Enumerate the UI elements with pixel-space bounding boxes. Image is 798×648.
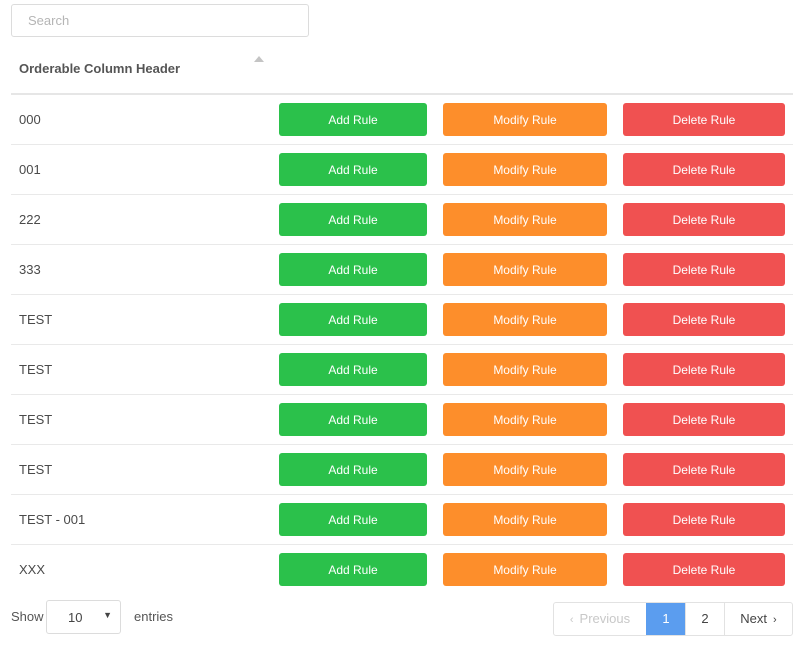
modify-rule-button[interactable]: Modify Rule <box>443 253 607 286</box>
delete-rule-button[interactable]: Delete Rule <box>623 453 785 486</box>
table-row: 000 Add Rule Modify Rule Delete Rule <box>11 95 793 145</box>
add-rule-button[interactable]: Add Rule <box>279 403 427 436</box>
modify-rule-button[interactable]: Modify Rule <box>443 403 607 436</box>
add-rule-button[interactable]: Add Rule <box>279 503 427 536</box>
add-rule-button[interactable]: Add Rule <box>279 103 427 136</box>
delete-rule-button[interactable]: Delete Rule <box>623 503 785 536</box>
rule-name-cell: 000 <box>19 112 41 127</box>
pagination: ‹ Previous 1 2 Next › <box>553 602 793 636</box>
table-body: 000 Add Rule Modify Rule Delete Rule 001 Add … <box>11 95 793 595</box>
add-rule-button[interactable]: Add Rule <box>279 203 427 236</box>
table-header: Orderable Column Header <box>11 44 793 95</box>
table-row: 222 Add Rule Modify Rule Delete Rule <box>11 195 793 245</box>
previous-page-button[interactable]: ‹ Previous <box>554 603 646 635</box>
page-number: 1 <box>662 611 670 626</box>
chevron-left-icon: ‹ <box>569 614 574 626</box>
search-input[interactable] <box>11 4 309 37</box>
modify-rule-button[interactable]: Modify Rule <box>443 103 607 136</box>
show-label: Show <box>11 609 44 624</box>
table-row: TEST - 001 Add Rule Modify Rule Delete Rule <box>11 495 793 545</box>
table-row: TEST Add Rule Modify Rule Delete Rule <box>11 345 793 395</box>
add-rule-button[interactable]: Add Rule <box>279 303 427 336</box>
add-rule-button[interactable]: Add Rule <box>279 153 427 186</box>
modify-rule-button[interactable]: Modify Rule <box>443 553 607 586</box>
delete-rule-button[interactable]: Delete Rule <box>623 353 785 386</box>
rule-name-cell: TEST <box>19 412 53 427</box>
table-row: TEST Add Rule Modify Rule Delete Rule <box>11 395 793 445</box>
next-label: Next <box>740 611 768 626</box>
add-rule-button[interactable]: Add Rule <box>279 353 427 386</box>
table-row: 333 Add Rule Modify Rule Delete Rule <box>11 245 793 295</box>
entries-label: entries <box>134 609 174 624</box>
table-footer: Show 10 ▼ entries ‹ Previous 1 2 Next › <box>0 600 798 640</box>
rule-name-cell: TEST <box>19 312 53 327</box>
entries-select[interactable]: 10 ▼ <box>46 600 121 634</box>
rule-name-cell: 333 <box>19 262 41 277</box>
orderable-column-header[interactable]: Orderable Column Header <box>19 61 180 76</box>
rule-name-cell: XXX <box>19 562 46 577</box>
delete-rule-button[interactable]: Delete Rule <box>623 303 785 336</box>
modify-rule-button[interactable]: Modify Rule <box>443 303 607 336</box>
rule-name-cell: TEST <box>19 462 53 477</box>
rule-name-cell: TEST <box>19 362 53 377</box>
modify-rule-button[interactable]: Modify Rule <box>443 503 607 536</box>
table-row: TEST Add Rule Modify Rule Delete Rule <box>11 445 793 495</box>
entries-value: 10 <box>68 610 83 625</box>
modify-rule-button[interactable]: Modify Rule <box>443 353 607 386</box>
delete-rule-button[interactable]: Delete Rule <box>623 103 785 136</box>
rule-name-cell: 222 <box>19 212 41 227</box>
previous-label: Previous <box>579 611 631 626</box>
modify-rule-button[interactable]: Modify Rule <box>443 203 607 236</box>
modify-rule-button[interactable]: Modify Rule <box>443 153 607 186</box>
modify-rule-button[interactable]: Modify Rule <box>443 453 607 486</box>
next-page-button[interactable]: Next › <box>724 603 792 635</box>
table-row: TEST Add Rule Modify Rule Delete Rule <box>11 295 793 345</box>
rule-name-cell: 001 <box>19 162 41 177</box>
delete-rule-button[interactable]: Delete Rule <box>623 203 785 236</box>
page-1-button[interactable]: 1 <box>646 603 685 635</box>
page-number: 2 <box>701 611 709 626</box>
page-2-button[interactable]: 2 <box>685 603 724 635</box>
rules-table: Orderable Column Header 000 Add Rule Modif… <box>11 44 793 595</box>
table-row: 001 Add Rule Modify Rule Delete Rule <box>11 145 793 195</box>
table-row: XXX Add Rule Modify Rule Delete Rule <box>11 545 793 595</box>
rule-name-cell: TEST - 001 <box>19 512 86 527</box>
add-rule-button[interactable]: Add Rule <box>279 253 427 286</box>
delete-rule-button[interactable]: Delete Rule <box>623 153 785 186</box>
delete-rule-button[interactable]: Delete Rule <box>623 403 785 436</box>
sort-up-icon[interactable] <box>254 56 264 62</box>
caret-down-icon: ▼ <box>103 610 112 620</box>
chevron-right-icon: › <box>773 614 777 626</box>
add-rule-button[interactable]: Add Rule <box>279 453 427 486</box>
delete-rule-button[interactable]: Delete Rule <box>623 553 785 586</box>
delete-rule-button[interactable]: Delete Rule <box>623 253 785 286</box>
add-rule-button[interactable]: Add Rule <box>279 553 427 586</box>
